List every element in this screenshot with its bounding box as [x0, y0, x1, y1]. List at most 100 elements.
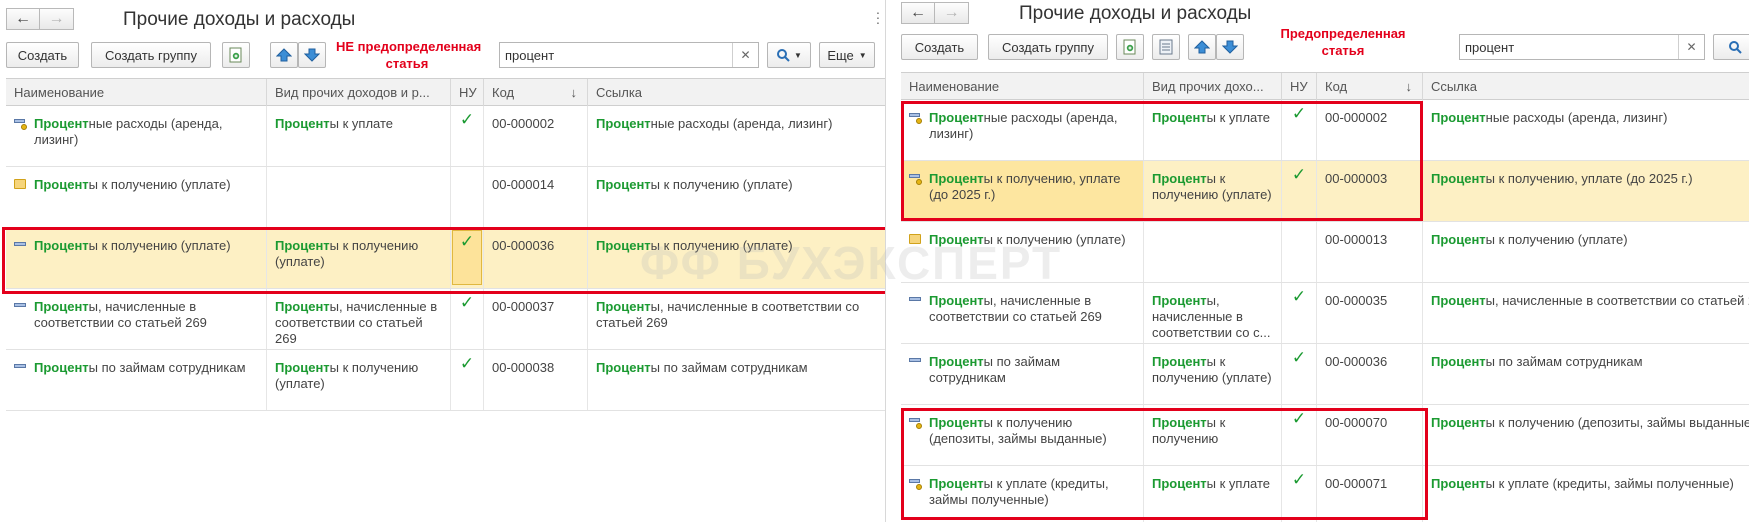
ref-match: Процент [596, 116, 651, 131]
forward-button[interactable]: → [935, 2, 969, 24]
create-button[interactable]: Создать [6, 42, 79, 68]
item-icon [14, 303, 26, 307]
predefined-item-icon [14, 118, 27, 130]
annotation-line-1: Предопределенная [1280, 26, 1406, 41]
check-icon: ✓ [1291, 104, 1307, 123]
annotation-line-1: НЕ предопределенная [336, 39, 482, 54]
search-value: процент [1465, 39, 1515, 55]
annotation-line-2: статья [1321, 43, 1365, 58]
ref-rest: ы к получению (уплате) [1485, 232, 1628, 247]
kind-match: Процент [275, 299, 330, 314]
table-row[interactable]: Проценты к уплате (кредиты, займы получе… [901, 466, 1749, 522]
sort-down-icon: ↓ [1405, 79, 1413, 94]
check-icon: ✓ [459, 232, 475, 251]
clear-search-button[interactable]: ✕ [732, 43, 758, 67]
name-match: Процент [929, 293, 984, 308]
kind-match: Процент [1152, 293, 1207, 308]
ref-match: Процент [1431, 293, 1486, 308]
column-nu[interactable]: НУ [1282, 73, 1317, 100]
column-ref[interactable]: Ссылка [588, 79, 885, 106]
chevron-down-icon: ▼ [858, 50, 867, 60]
create-group-button[interactable]: Создать группу [988, 34, 1108, 60]
kind-match: Процент [275, 238, 330, 253]
ref-cell: Проценты, начисленные в соответствии со … [588, 289, 885, 349]
move-down-button[interactable] [298, 42, 326, 68]
kind-match: Процент [275, 116, 330, 131]
ref-match: Процент [596, 177, 651, 192]
nu-cell: ✓ [1282, 344, 1317, 404]
move-up-button[interactable] [1188, 34, 1216, 60]
more-vertical-icon[interactable]: · · · [875, 5, 881, 29]
kind-rest: ы к уплате [1206, 476, 1271, 491]
move-up-button[interactable] [270, 42, 298, 68]
table-row-selected[interactable]: Проценты к получению, уплате (до 2025 г.… [901, 161, 1749, 222]
check-icon: ✓ [1291, 287, 1307, 306]
watermark: ФФ БУХЭКСПЕРТ [640, 237, 1063, 289]
ref-cell: Проценты к получению (уплате) [1423, 222, 1749, 282]
table-row[interactable]: Проценты к получению (уплате) 00-000014 … [6, 167, 885, 228]
more-button[interactable]: Еще ▼ [819, 42, 875, 68]
annotation-line-2: статья [385, 56, 429, 71]
close-icon: ✕ [740, 48, 751, 62]
ref-cell: Проценты к получению (депозиты, займы вы… [1423, 405, 1749, 465]
search-input[interactable]: процент ✕ [1459, 34, 1705, 60]
predefined-item-icon [909, 112, 922, 124]
check-icon: ✓ [459, 293, 475, 312]
nav-buttons: ← → [901, 2, 969, 24]
forward-button[interactable]: → [40, 8, 74, 30]
search-button[interactable] [1713, 34, 1749, 60]
back-button[interactable]: ← [6, 8, 40, 30]
ref-match: Процент [1431, 415, 1486, 430]
name-match: Процент [34, 299, 89, 314]
column-code[interactable]: Код ↓ [1317, 73, 1423, 100]
ref-match: Процент [1431, 110, 1486, 125]
kind-match: Процент [275, 360, 330, 375]
column-code[interactable]: Код ↓ [484, 79, 588, 106]
column-kind[interactable]: Вид прочих дохо... [1144, 73, 1282, 100]
sort-down-icon: ↓ [570, 85, 578, 100]
create-group-button[interactable]: Создать группу [91, 42, 211, 68]
copy-button[interactable] [222, 42, 250, 68]
kind-cell: Проценты к получению (уплате) [267, 350, 451, 410]
move-down-button[interactable] [1216, 34, 1244, 60]
code-cell: 00-000002 [484, 106, 588, 166]
table-row[interactable]: Процентные расходы (аренда, лизинг) Проц… [901, 100, 1749, 161]
copy-button[interactable] [1116, 34, 1144, 60]
name-rest: ы к получению (уплате) [88, 177, 231, 192]
predefined-item-icon [909, 173, 922, 185]
ref-rest: ы к получению, уплате (до 2025 г.) [1485, 171, 1693, 186]
kind-rest: ы к уплате [1206, 110, 1271, 125]
code-cell: 00-000035 [1317, 283, 1423, 343]
kind-cell: Проценты к уплате [1144, 466, 1282, 522]
ref-match: Процент [1431, 354, 1486, 369]
ref-cell: Проценты по займам сотрудникам [1423, 344, 1749, 404]
table-row[interactable]: Проценты к получению (депозиты, займы вы… [901, 405, 1749, 466]
name-cell: Проценты к получению (депозиты, займы вы… [901, 405, 1144, 465]
column-kind[interactable]: Вид прочих доходов и р... [267, 79, 451, 106]
table-row[interactable]: Проценты по займам сотрудникам Проценты … [6, 350, 885, 411]
ref-match: Процент [1431, 171, 1486, 186]
name-match: Процент [929, 476, 984, 491]
name-cell: Проценты к получению (уплате) [6, 228, 267, 288]
table-row[interactable]: Проценты, начисленные в соответствии со … [6, 289, 885, 350]
kind-cell: Проценты к получению (уплате) [1144, 344, 1282, 404]
column-name[interactable]: Наименование [901, 73, 1144, 100]
column-name[interactable]: Наименование [6, 79, 267, 106]
column-nu[interactable]: НУ [451, 79, 484, 106]
column-code-label: Код [1325, 79, 1348, 94]
table-row[interactable]: Процентные расходы (аренда, лизинг) Проц… [6, 106, 885, 167]
table-row[interactable]: Проценты по займам сотрудникам Проценты … [901, 344, 1749, 405]
search-input[interactable]: процент ✕ [499, 42, 759, 68]
table-row[interactable]: Проценты, начисленные в соответствии со … [901, 283, 1749, 344]
nu-cell [1282, 222, 1317, 282]
back-button[interactable]: ← [901, 2, 935, 24]
column-ref[interactable]: Ссылка [1423, 73, 1749, 100]
ref-rest: ы к получению (депозиты, займы выданные [1485, 415, 1749, 430]
create-button[interactable]: Создать [901, 34, 978, 60]
nu-cell[interactable]: ✓ [451, 228, 484, 288]
list-button[interactable] [1152, 34, 1180, 60]
item-icon [14, 364, 26, 368]
clear-search-button[interactable]: ✕ [1678, 35, 1704, 59]
search-button[interactable]: ▼ [767, 42, 811, 68]
check-icon: ✓ [1291, 409, 1307, 428]
